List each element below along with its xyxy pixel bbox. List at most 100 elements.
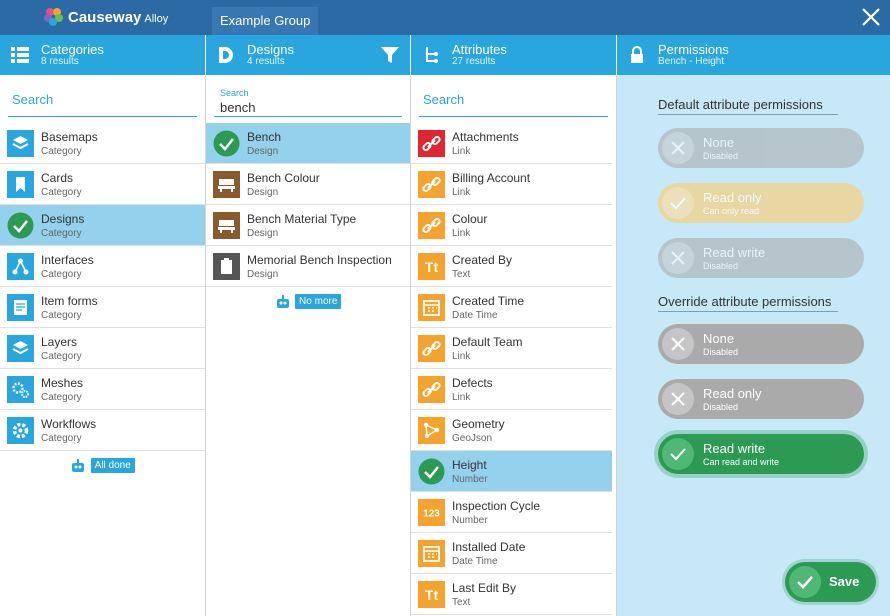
permission-override-read-write-button[interactable]: Read write Can read and write [658,434,864,474]
permission-default-read-write-button[interactable]: Read write Disabled [658,238,864,278]
robot-icon [72,458,85,472]
designs-count: 4 results [247,56,285,67]
categories-header: Categories 8 results [0,35,205,75]
text-icon: Tt [418,253,445,280]
categories-list-item[interactable]: Workflows Category [0,410,205,451]
bench-icon [213,212,240,239]
link-icon [418,130,445,157]
save-button[interactable]: Save [785,562,876,602]
item-type: GeoJson [452,433,493,444]
close-icon [662,132,694,164]
form-icon [7,294,34,321]
attributes-list-item[interactable]: Attachments Link [411,123,612,164]
svg-text:123: 123 [423,509,440,520]
item-name: Designs [41,212,85,226]
permission-label: Read write [703,441,766,456]
close-icon [662,383,694,415]
link-icon [418,335,445,362]
categories-list-item[interactable]: Designs Category [0,205,205,246]
item-name: Created By [452,253,513,267]
attributes-count: 27 results [452,56,496,67]
item-type: Category [41,269,82,280]
categories-list-item[interactable]: Item forms Category [0,287,205,328]
network-icon [7,253,34,280]
permission-default-none-button[interactable]: None Disabled [658,128,864,168]
attributes-list-item[interactable]: Colour Link [411,205,612,246]
permission-override-none-button[interactable]: None Disabled [658,324,864,364]
filter-icon[interactable] [380,45,400,65]
attributes-list-item[interactable]: Installed Date Date Time [411,533,612,574]
cogs-icon [7,376,34,403]
permissions-title: Permissions [658,42,729,57]
item-type: Category [41,310,82,321]
item-name: Last Edit By [452,581,517,595]
item-name: Attachments [452,130,519,144]
categories-list-item[interactable]: Interfaces Category [0,246,205,287]
permission-sublabel: Can read and write [703,457,780,467]
permission-default-read-only-button[interactable]: Read only Can only read [658,183,864,223]
item-type: Category [41,433,82,444]
robot-icon [276,294,289,308]
categories-count: 8 results [41,56,79,67]
permission-sublabel: Disabled [703,151,739,161]
item-name: Basemaps [41,130,98,144]
clipboard-icon [213,253,240,280]
end-of-list-badge: No more [295,294,342,310]
item-name: Colour [452,212,488,226]
attributes-list-item[interactable]: Height Number [411,451,612,492]
designs-list-item[interactable]: Memorial Bench Inspection Design [206,246,410,287]
permission-label: Read write [703,245,766,260]
layers-icon [7,130,34,157]
item-type: Category [41,392,82,403]
designs-end-of-list: No more [206,293,410,323]
permission-sublabel: Disabled [703,402,739,412]
attributes-list-item[interactable]: 123 Inspection Cycle Number [411,492,612,533]
attributes-list-item[interactable]: Defects Link [411,369,612,410]
designs-list-item[interactable]: Bench Design [206,123,410,164]
item-type: Number [452,474,488,485]
categories-list-item[interactable]: Meshes Category [0,369,205,410]
attributes-list-item[interactable]: Billing Account Link [411,164,612,205]
attributes-list-item[interactable]: Created Time Date Time [411,287,612,328]
check-icon [7,212,34,239]
attributes-list-item[interactable]: Geometry GeoJson [411,410,612,451]
item-name: Defects [452,376,493,390]
designs-list: Bench Design Bench Colour Design Bench Mater… [206,123,410,323]
link-icon [418,376,445,403]
categories-list-item[interactable]: Cards Category [0,164,205,205]
item-name: Item forms [41,294,98,308]
svg-text:Tt: Tt [425,587,439,603]
geometry-icon [418,417,445,444]
item-name: Bench Material Type [247,212,357,226]
attributes-column: Search Attachments Link Billing Account Lin… [411,75,617,616]
calendar-icon [418,294,445,321]
categories-end-of-list: All done [0,457,205,487]
item-name: Created Time [452,294,525,308]
designs-list-item[interactable]: Bench Material Type Design [206,205,410,246]
item-type: Category [41,187,82,198]
attributes-list-item[interactable]: Tt Last Edit By Text [411,574,612,615]
categories-list-item[interactable]: Layers Category [0,328,205,369]
attributes-list-item[interactable]: Tt Created By Text [411,246,612,287]
item-name: Interfaces [41,253,94,267]
categories-list-item[interactable]: Basemaps Category [0,123,205,164]
item-type: Date Time [452,310,498,321]
close-icon [662,328,694,360]
attributes-list-item[interactable]: Default Team Link [411,328,612,369]
permission-label: Read only [703,386,762,401]
item-type: Category [41,228,82,239]
designs-header: Designs 4 results [206,35,410,75]
permission-override-read-only-button[interactable]: Read only Disabled [658,379,864,419]
designs-list-item[interactable]: Bench Colour Design [206,164,410,205]
item-name: Height [452,458,487,472]
gear-icon [7,417,34,444]
svg-text:Tt: Tt [425,259,439,275]
categories-title: Categories [41,42,104,57]
group-tab[interactable]: Example Group [212,7,319,35]
attributes-title: Attributes [452,42,507,57]
designs-search-input[interactable]: Search bench [214,87,402,117]
attributes-search-input[interactable]: Search [419,87,608,117]
categories-search-input[interactable]: Search [8,87,197,117]
close-icon[interactable] [860,6,882,28]
check-icon [789,566,821,598]
